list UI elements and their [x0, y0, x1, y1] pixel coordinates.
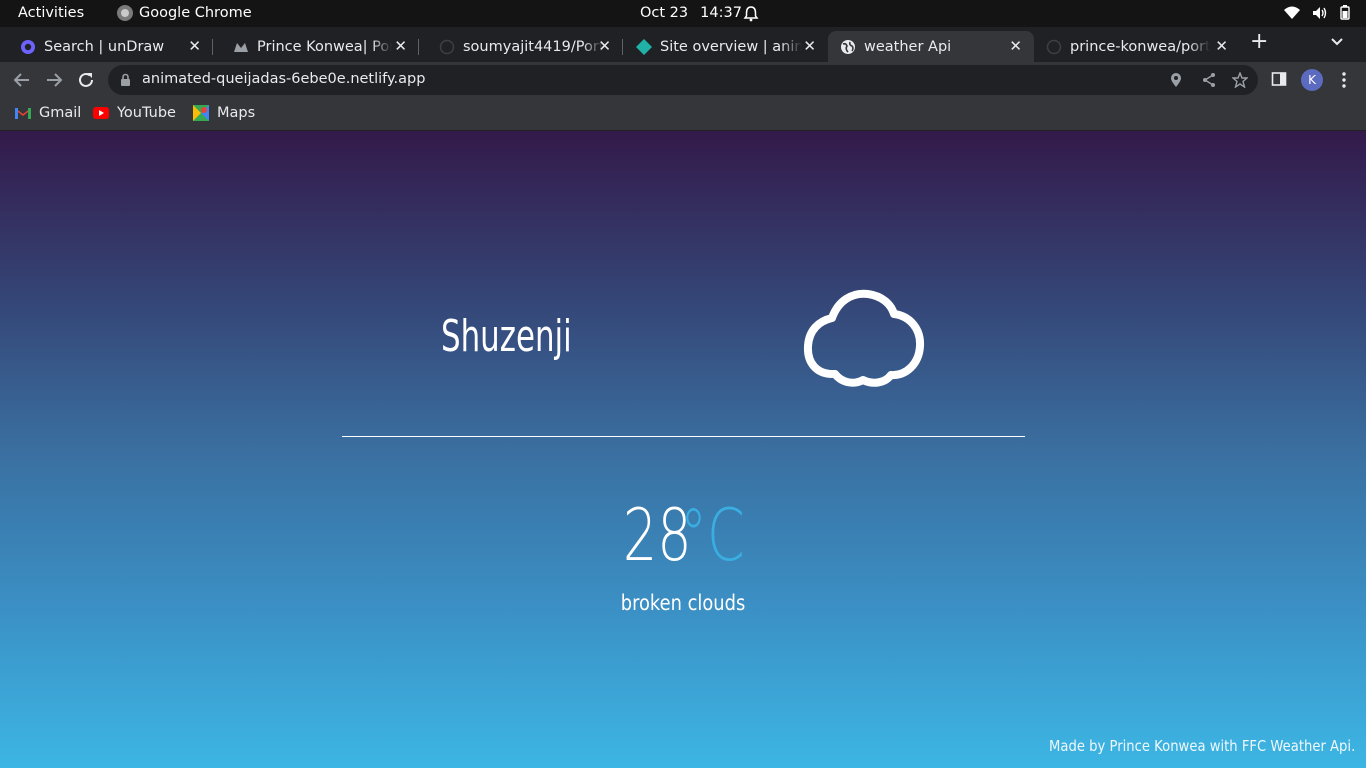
- close-tab-icon[interactable]: ✕: [1215, 37, 1228, 55]
- system-tray[interactable]: [1284, 5, 1350, 20]
- tab-undraw[interactable]: Search | unDraw ✕: [0, 31, 213, 62]
- tab-title: Site overview | animated: [660, 38, 802, 55]
- github-icon: [1046, 39, 1062, 55]
- cloud-icon: [803, 289, 925, 387]
- forward-arrow-icon[interactable]: [44, 70, 64, 90]
- browser-toolbar: animated-queijadas-6ebe0e.netlify.app: [0, 62, 1366, 98]
- clock-date: Oct 23: [640, 5, 689, 21]
- profile-avatar[interactable]: K: [1301, 69, 1323, 91]
- weather-page: Shuzenji 28°C broken clouds Made by Prin…: [0, 131, 1366, 768]
- battery-icon: [1340, 5, 1350, 20]
- bookmark-label: Gmail: [39, 105, 82, 121]
- portfolio-icon: [233, 39, 249, 55]
- lock-icon[interactable]: [120, 73, 131, 87]
- new-tab-plus-icon[interactable]: +: [1250, 31, 1268, 53]
- close-tab-icon[interactable]: ✕: [803, 37, 816, 55]
- temperature-unit: °C: [679, 493, 745, 577]
- tab-title: Search | unDraw: [44, 38, 165, 55]
- reload-icon[interactable]: [76, 70, 96, 90]
- clock[interactable]: Oct 23 14:37: [640, 5, 742, 21]
- bookmark-label: YouTube: [117, 105, 176, 121]
- weather-description: broken clouds: [620, 591, 746, 615]
- volume-icon: [1313, 6, 1327, 19]
- netlify-icon: [636, 38, 652, 55]
- github-icon: [439, 39, 455, 55]
- bookmarks-bar: Gmail YouTube Maps: [0, 98, 1366, 131]
- undraw-icon: [20, 39, 36, 55]
- tab-prince-portfolio[interactable]: Prince Konwea| Portfolio ✕: [213, 31, 419, 62]
- tab-netlify-site-overview[interactable]: Site overview | animated ✕: [623, 31, 828, 62]
- divider-line: [342, 436, 1025, 437]
- youtube-icon: [93, 107, 109, 119]
- app-menu[interactable]: Google Chrome: [117, 5, 252, 21]
- tab-title: Prince Konwea| Portfolio: [257, 38, 392, 55]
- close-tab-icon[interactable]: ✕: [1009, 37, 1022, 55]
- bookmark-youtube[interactable]: YouTube: [93, 105, 176, 121]
- bookmark-star-icon[interactable]: [1232, 72, 1248, 88]
- city-name: Shuzenji: [441, 311, 572, 362]
- globe-icon: [840, 39, 856, 55]
- more-menu-icon[interactable]: [1338, 71, 1350, 89]
- gmail-icon: [15, 108, 31, 119]
- tab-soumyajit-github[interactable]: soumyajit4419/Portfolio ✕: [419, 31, 623, 62]
- tab-strip: Search | unDraw ✕ Prince Konwea| Portfol…: [0, 27, 1366, 62]
- tab-prince-github[interactable]: prince-konwea/portfolio ✕: [1034, 31, 1240, 62]
- clock-time: 14:37: [700, 5, 742, 21]
- activities-button[interactable]: Activities: [18, 5, 84, 21]
- share-icon[interactable]: [1201, 72, 1217, 88]
- url-text: animated-queijadas-6ebe0e.netlify.app: [142, 71, 426, 87]
- tab-title: prince-konwea/portfolio: [1070, 38, 1210, 55]
- tab-title: weather Api: [864, 38, 952, 55]
- tab-search-chevron-down-icon[interactable]: [1330, 37, 1344, 47]
- side-panel-icon[interactable]: [1271, 71, 1287, 87]
- app-name: Google Chrome: [139, 5, 252, 21]
- address-bar[interactable]: animated-queijadas-6ebe0e.netlify.app: [108, 65, 1258, 95]
- close-tab-icon[interactable]: ✕: [598, 37, 611, 55]
- back-arrow-icon[interactable]: [12, 70, 32, 90]
- maps-icon: [193, 105, 209, 121]
- close-tab-icon[interactable]: ✕: [188, 37, 201, 55]
- temperature-display: 28°C: [0, 495, 1366, 575]
- chrome-icon: [117, 5, 133, 21]
- tab-weather-api[interactable]: weather Api ✕: [828, 31, 1034, 62]
- bookmark-gmail[interactable]: Gmail: [15, 105, 81, 121]
- close-tab-icon[interactable]: ✕: [394, 37, 407, 55]
- tab-title: soumyajit4419/Portfolio: [463, 38, 603, 55]
- wifi-icon: [1284, 6, 1300, 19]
- footer-credit: Made by Prince Konwea with FFC Weather A…: [1048, 737, 1355, 755]
- bookmark-label: Maps: [217, 105, 256, 121]
- alarm-bell-icon: [743, 6, 759, 22]
- bookmark-maps[interactable]: Maps: [193, 105, 255, 121]
- system-top-bar: Activities Google Chrome Oct 23 14:37: [0, 0, 1366, 27]
- location-pin-icon[interactable]: [1169, 72, 1183, 88]
